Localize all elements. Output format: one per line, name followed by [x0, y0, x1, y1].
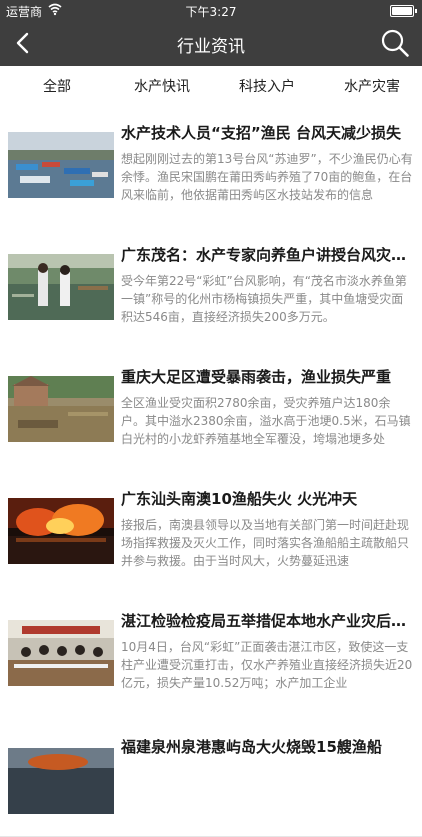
- category-tabs: 全部 水产快讯 科技入户 水产灾害: [0, 66, 422, 105]
- article-title: 湛江检验检疫局五举措促本地水产业灾后恢复: [121, 612, 416, 630]
- tab-aquatic-disaster[interactable]: 水产灾害: [322, 76, 422, 96]
- article-item[interactable]: 湛江检验检疫局五举措促本地水产业灾后恢复 10月4日，台风“彩虹”正面袭击湛江市…: [0, 592, 422, 715]
- article-summary: 接报后，南澳县领导以及当地有关部门第一时间赶赴现场指挥救援及灭火工作，同时落实各…: [121, 518, 410, 568]
- tab-all[interactable]: 全部: [7, 76, 107, 96]
- article-thumbnail: [8, 254, 114, 320]
- status-time: 下午3:27: [185, 5, 237, 19]
- tab-aquatic-news[interactable]: 水产快讯: [112, 76, 212, 96]
- article-title: 广东汕头南澳10渔船失火 火光冲天: [121, 490, 358, 508]
- article-thumbnail: [8, 748, 114, 814]
- tab-tech-to-home[interactable]: 科技入户: [217, 76, 317, 96]
- article-item[interactable]: 水产技术人员“支招”渔民 台风天减少损失 想起刚刚过去的第13号台风“苏迪罗”，…: [0, 104, 422, 227]
- article-thumbnail: [8, 376, 114, 442]
- article-item[interactable]: 福建泉州泉港惠屿岛大火烧毁15艘渔船: [0, 714, 422, 837]
- article-summary: 想起刚刚过去的第13号台风“苏迪罗”，不少渔民仍心有余悸。渔民宋国鹏在莆田秀屿养…: [121, 152, 413, 202]
- status-bar: 运营商 下午3:27: [0, 0, 422, 20]
- nav-bar: 行业资讯: [0, 20, 422, 66]
- search-icon[interactable]: [380, 28, 410, 58]
- article-title: 重庆大足区遭受暴雨袭击，渔业损失严重: [121, 368, 392, 386]
- battery-icon: [390, 5, 417, 17]
- page-title: 行业资讯: [177, 37, 245, 57]
- article-summary: 10月4日，台风“彩虹”正面袭击湛江市区，致使这一支柱产业遭受沉重打击，仅水产养…: [121, 640, 413, 690]
- article-thumbnail: [8, 132, 114, 198]
- article-title: 福建泉州泉港惠屿岛大火烧毁15艘渔船: [121, 738, 382, 756]
- article-thumbnail: [8, 498, 114, 564]
- article-item[interactable]: 广东汕头南澳10渔船失火 火光冲天 接报后，南澳县领导以及当地有关部门第一时间赶…: [0, 470, 422, 593]
- article-summary: 受今年第22号“彩虹”台风影响，有“茂名市淡水养鱼第一镇”称号的化州市杨梅镇损失…: [121, 274, 407, 324]
- article-title: 广东茂名：水产专家向养鱼户讲授台风灾后复产技术: [121, 246, 416, 264]
- article-item[interactable]: 广东茂名：水产专家向养鱼户讲授台风灾后复产技术 受今年第22号“彩虹”台风影响，…: [0, 226, 422, 349]
- article-summary: 全区渔业受灾面积2780余亩，受灾养殖户达180余户。其中溢水2380余亩，溢水…: [121, 396, 411, 446]
- article-item[interactable]: 重庆大足区遭受暴雨袭击，渔业损失严重 全区渔业受灾面积2780余亩，受灾养殖户达…: [0, 348, 422, 471]
- article-title: 水产技术人员“支招”渔民 台风天减少损失: [121, 124, 401, 142]
- article-thumbnail: [8, 620, 114, 686]
